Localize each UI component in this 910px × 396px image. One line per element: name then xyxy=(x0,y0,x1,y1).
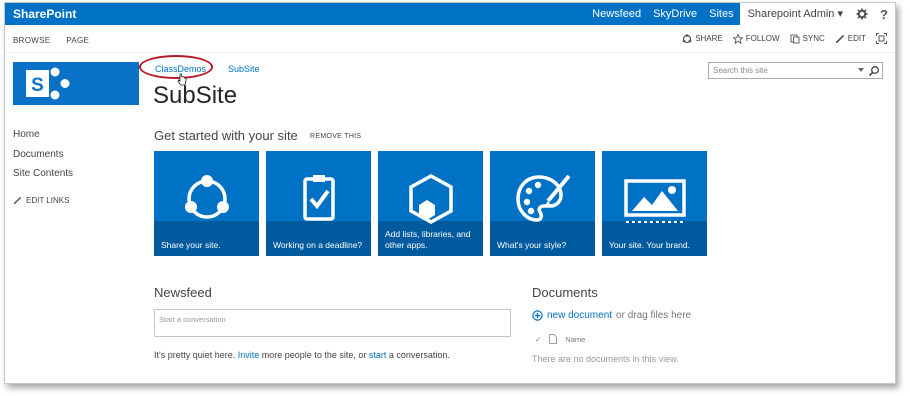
help-icon[interactable]: ? xyxy=(873,3,895,25)
newsfeed-title: Newsfeed xyxy=(154,285,212,300)
tab-page[interactable]: PAGE xyxy=(66,36,89,45)
add-circle-icon[interactable] xyxy=(532,310,543,321)
column-name[interactable]: Name xyxy=(565,335,585,344)
search-input[interactable]: Search this site xyxy=(713,66,768,75)
edit-links-label: EDIT LINKS xyxy=(26,195,70,205)
tile-your-brand[interactable]: Your site. Your brand. xyxy=(602,151,707,256)
tile-add-apps[interactable]: Add lists, libraries, and other apps. xyxy=(378,151,483,256)
suite-link-skydrive[interactable]: SkyDrive xyxy=(647,3,703,25)
suite-link-newsfeed[interactable]: Newsfeed xyxy=(586,3,647,25)
suite-bar: SharePoint Newsfeed SkyDrive Sites Share… xyxy=(5,3,895,25)
nav-item-site-contents[interactable]: Site Contents xyxy=(13,168,73,188)
get-started-title: Get started with your site xyxy=(154,128,298,143)
tile-working-deadline[interactable]: Working on a deadline? xyxy=(266,151,371,256)
remove-this-link[interactable]: REMOVE THIS xyxy=(310,133,361,140)
site-logo[interactable]: S xyxy=(13,62,139,105)
focus-icon xyxy=(876,33,887,44)
edit-button[interactable]: EDIT xyxy=(835,34,866,44)
share-button[interactable]: SHARE xyxy=(682,33,723,44)
new-document-link[interactable]: new document xyxy=(547,310,612,321)
sharepoint-logo-icon: S xyxy=(26,67,70,100)
highlight-circle xyxy=(139,55,213,79)
page-title: SubSite xyxy=(153,82,238,109)
search-scope-dropdown-icon[interactable] xyxy=(858,68,864,72)
drag-files-hint: or drag files here xyxy=(616,310,692,321)
sync-button[interactable]: SYNC xyxy=(790,34,825,44)
tile-label: What's your style? xyxy=(497,240,567,250)
sharepoint-window: SharePoint Newsfeed SkyDrive Sites Share… xyxy=(4,2,896,384)
share-icon xyxy=(184,175,229,219)
share-label: SHARE xyxy=(695,34,723,43)
left-navigation: Home Documents Site Contents EDIT LINKS xyxy=(13,129,73,205)
conversation-placeholder: Start a conversation xyxy=(159,315,226,324)
suite-links: Newsfeed SkyDrive Sites Sharepoint Admin… xyxy=(586,3,895,25)
new-document-row: new document or drag files here xyxy=(532,310,691,321)
hexagon-icon xyxy=(408,174,453,224)
invite-link[interactable]: Invite xyxy=(238,350,260,360)
follow-label: FOLLOW xyxy=(745,34,780,43)
documents-column-header: ✓ Name xyxy=(535,334,585,344)
gear-icon[interactable] xyxy=(851,3,873,25)
edit-label: EDIT xyxy=(847,34,866,43)
conversation-input[interactable]: Start a conversation xyxy=(154,309,511,337)
search-icon[interactable] xyxy=(868,65,880,77)
edit-links-button[interactable]: EDIT LINKS xyxy=(13,196,73,205)
clipboard-check-icon xyxy=(302,175,335,221)
suite-link-sites[interactable]: Sites xyxy=(703,3,739,25)
documents-empty-message: There are no documents in this view. xyxy=(532,354,679,364)
nav-item-home[interactable]: Home xyxy=(13,129,73,149)
document-icon xyxy=(549,334,558,344)
svg-text:S: S xyxy=(31,75,44,96)
pencil-icon xyxy=(13,196,22,204)
sync-icon xyxy=(790,34,799,43)
tile-whats-your-style[interactable]: What's your style? xyxy=(490,151,595,256)
pencil-icon xyxy=(835,34,844,43)
sync-label: SYNC xyxy=(802,34,825,43)
brand-label[interactable]: SharePoint xyxy=(13,7,76,21)
tile-label: Add lists, libraries, and other apps. xyxy=(385,229,471,250)
tab-browse[interactable]: BROWSE xyxy=(13,36,50,45)
picture-icon xyxy=(623,179,686,223)
focus-button[interactable] xyxy=(876,33,887,44)
tile-label: Your site. Your brand. xyxy=(609,240,690,250)
ribbon: BROWSE PAGE SHARE FOLLOW SYNC EDIT xyxy=(5,25,895,53)
start-conversation-link[interactable]: start xyxy=(369,350,387,360)
nav-item-documents[interactable]: Documents xyxy=(13,149,73,169)
breadcrumb-subsite[interactable]: SubSite xyxy=(228,64,260,74)
documents-title: Documents xyxy=(532,285,598,300)
tile-share-site[interactable]: Share your site. xyxy=(154,151,259,256)
share-icon xyxy=(682,33,692,43)
tile-label: Working on a deadline? xyxy=(273,240,363,250)
checkmark-icon[interactable]: ✓ xyxy=(535,335,541,344)
get-started-tiles: Share your site. Working on a deadline? … xyxy=(154,151,707,256)
search-box[interactable]: Search this site xyxy=(708,62,883,79)
star-icon xyxy=(732,33,743,44)
follow-button[interactable]: FOLLOW xyxy=(732,33,780,44)
palette-icon xyxy=(515,174,571,222)
newsfeed-message: It's pretty quiet here. Invite more peop… xyxy=(154,350,450,360)
user-menu[interactable]: Sharepoint Admin ▾ xyxy=(739,3,851,25)
tile-label: Share your site. xyxy=(161,240,221,250)
